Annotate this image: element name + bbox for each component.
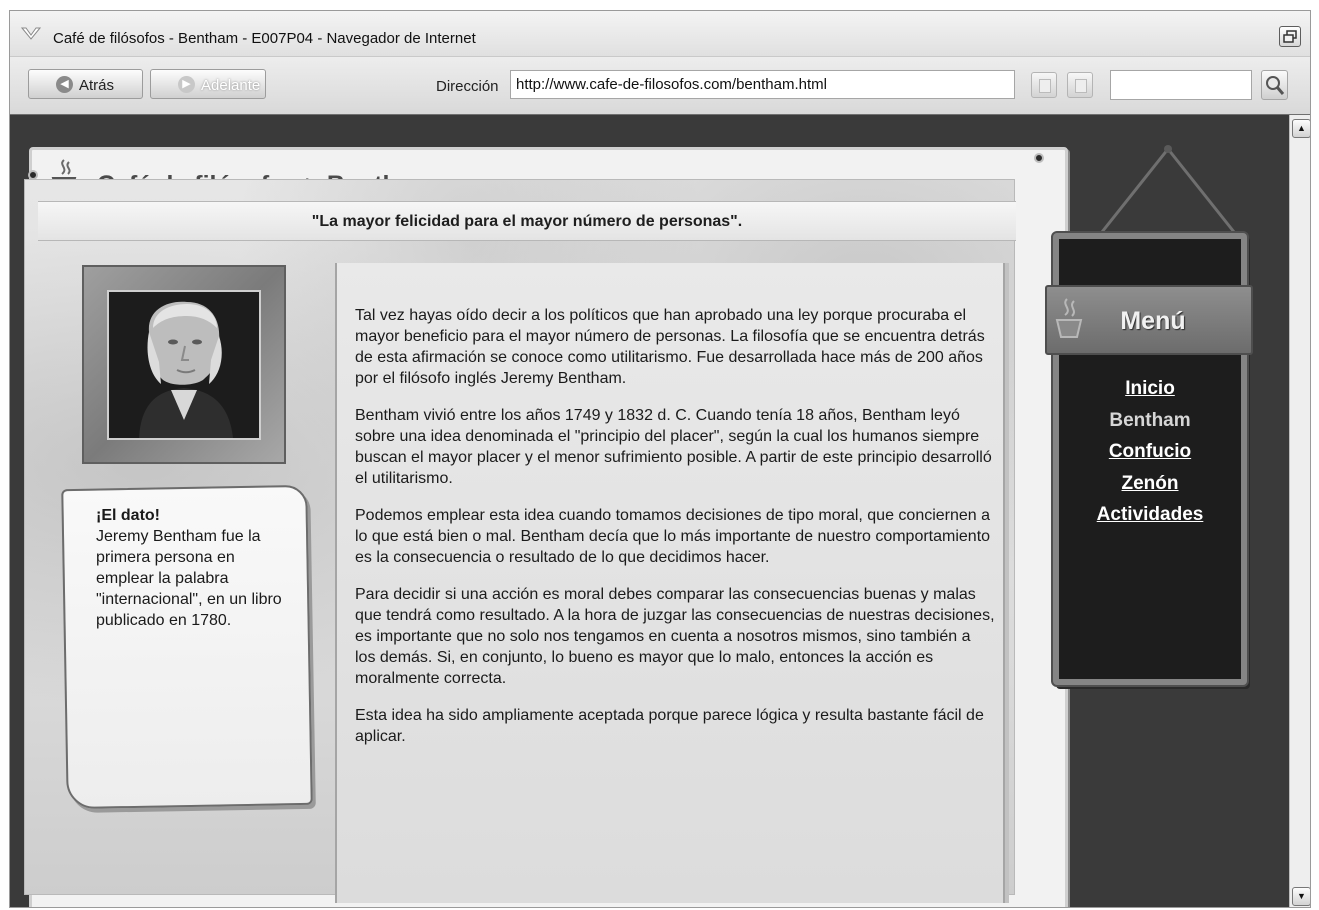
menu-item-actividades[interactable]: Actividades bbox=[1060, 499, 1240, 531]
window-title: Café de filósofos - Bentham - E007P04 - … bbox=[53, 30, 476, 47]
address-label: Dirección bbox=[436, 78, 499, 95]
title-bar: Café de filósofos - Bentham - E007P04 - … bbox=[10, 11, 1310, 57]
window-restore-icon bbox=[1283, 30, 1297, 43]
vertical-scrollbar[interactable]: ▲ ▼ bbox=[1289, 115, 1310, 907]
search-button[interactable] bbox=[1261, 70, 1288, 100]
back-button-label: Atrás bbox=[79, 77, 115, 94]
arrow-left-icon: ◀ bbox=[56, 76, 73, 93]
article-body: Tal vez hayas oído decir a los políticos… bbox=[355, 305, 995, 763]
back-button[interactable]: ◀ Atrás bbox=[28, 69, 143, 99]
menu-item-confucio[interactable]: Confucio bbox=[1060, 436, 1240, 468]
menu-item-zenon[interactable]: Zenón bbox=[1060, 468, 1240, 500]
portrait-frame bbox=[82, 265, 286, 464]
quote-banner: "La mayor felicidad para el mayor número… bbox=[38, 201, 1016, 241]
browser-app-icon bbox=[21, 27, 41, 40]
scroll-down-arrow-icon[interactable]: ▼ bbox=[1292, 887, 1310, 906]
menu-title: Menú bbox=[1120, 307, 1186, 335]
menu-header: Menú bbox=[1045, 285, 1253, 355]
search-input[interactable] bbox=[1110, 70, 1252, 100]
scroll-up-arrow-icon[interactable]: ▲ bbox=[1292, 119, 1310, 138]
paragraph: Bentham vivió entre los años 1749 y 1832… bbox=[355, 407, 992, 487]
portrait-image bbox=[109, 292, 259, 438]
fact-text: ¡El dato! Jeremy Bentham fue la primera … bbox=[96, 505, 296, 631]
fact-body: Jeremy Bentham fue la primera persona en… bbox=[96, 528, 282, 629]
magnifier-icon bbox=[1266, 76, 1285, 95]
menu-item-bentham: Bentham bbox=[1109, 409, 1191, 431]
paragraph: Tal vez hayas oído decir a los políticos… bbox=[355, 307, 985, 387]
browser-toolbar: ◀ Atrás ▶ Adelante Dirección bbox=[10, 57, 1310, 115]
paragraph: Podemos emplear esta idea cuando tomamos… bbox=[355, 507, 991, 566]
browser-window: Café de filósofos - Bentham - E007P04 - … bbox=[9, 10, 1311, 908]
copy-button[interactable] bbox=[1031, 72, 1057, 98]
menu-nav: Inicio Bentham Confucio Zenón Actividade… bbox=[1060, 373, 1240, 531]
menu-hanging-string bbox=[1096, 145, 1240, 238]
paste-button[interactable] bbox=[1067, 72, 1093, 98]
window-restore-button[interactable] bbox=[1279, 26, 1301, 47]
pin-icon bbox=[1034, 153, 1044, 163]
forward-button[interactable]: ▶ Adelante bbox=[150, 69, 266, 99]
page-viewport: Café de filósofos > Bentham "La mayor fe… bbox=[10, 115, 1289, 907]
paragraph: Para decidir si una acción es moral debe… bbox=[355, 586, 995, 687]
bentham-portrait bbox=[107, 290, 261, 440]
address-input[interactable] bbox=[510, 70, 1015, 99]
fact-title: ¡El dato! bbox=[96, 507, 160, 524]
forward-button-label: Adelante bbox=[201, 77, 261, 94]
paragraph: Esta idea ha sido ampliamente aceptada p… bbox=[355, 707, 984, 745]
menu-item-inicio[interactable]: Inicio bbox=[1060, 373, 1240, 405]
arrow-right-icon: ▶ bbox=[178, 76, 195, 93]
